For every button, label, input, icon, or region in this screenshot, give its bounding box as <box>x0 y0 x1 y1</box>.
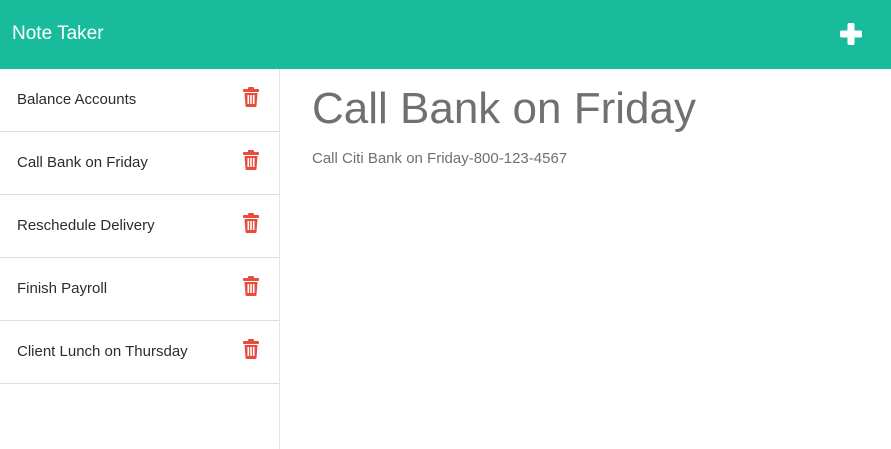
plus-icon <box>840 23 862 45</box>
note-list-item-title: Reschedule Delivery <box>17 217 155 234</box>
note-list-item-title: Client Lunch on Thursday <box>17 343 188 360</box>
note-list-item[interactable]: Balance Accounts <box>0 69 279 132</box>
trash-icon <box>243 87 259 107</box>
delete-note-button[interactable] <box>242 339 260 359</box>
note-list-item-title: Balance Accounts <box>17 91 137 108</box>
trash-icon <box>243 150 259 170</box>
trash-icon <box>243 339 259 359</box>
note-list-item[interactable]: Reschedule Delivery <box>0 195 279 258</box>
note-title[interactable]: Call Bank on Friday <box>312 83 696 135</box>
navbar: Note Taker <box>0 0 891 69</box>
delete-note-button[interactable] <box>242 150 260 170</box>
note-view: Call Bank on Friday Call Citi Bank on Fr… <box>312 69 872 449</box>
note-list-item[interactable]: Call Bank on Friday <box>0 132 279 195</box>
new-note-button[interactable] <box>836 19 866 49</box>
delete-note-button[interactable] <box>242 87 260 107</box>
delete-note-button[interactable] <box>242 213 260 233</box>
note-list-item-title: Call Bank on Friday <box>17 154 148 171</box>
delete-note-button[interactable] <box>242 276 260 296</box>
note-list-item[interactable]: Client Lunch on Thursday <box>0 321 279 384</box>
note-text[interactable]: Call Citi Bank on Friday-800-123-4567 <box>312 149 567 169</box>
note-list-item[interactable]: Finish Payroll <box>0 258 279 321</box>
note-list: Balance Accounts Call Bank on Friday Res… <box>0 69 279 384</box>
note-list-panel: Balance Accounts Call Bank on Friday Res… <box>0 69 280 449</box>
trash-icon <box>243 213 259 233</box>
trash-icon <box>243 276 259 296</box>
brand-link[interactable]: Note Taker <box>12 22 104 46</box>
note-list-item-title: Finish Payroll <box>17 280 108 297</box>
